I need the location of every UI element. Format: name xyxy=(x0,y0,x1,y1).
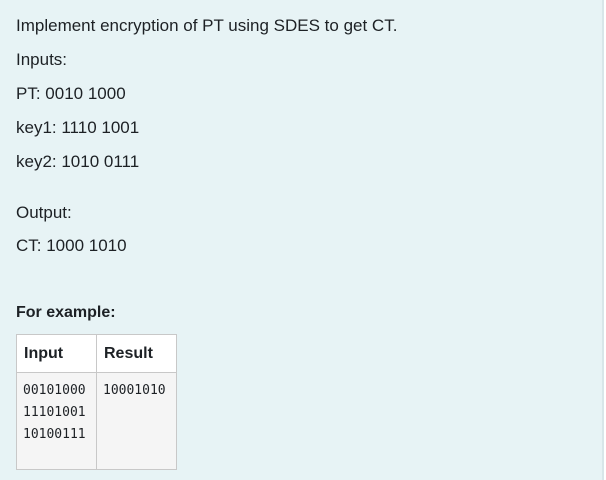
column-header-input: Input xyxy=(16,334,97,373)
input-line: 10100111 xyxy=(23,427,86,442)
examples-heading: For example: xyxy=(16,304,116,321)
key1-line: key1: 1110 1001 xyxy=(16,118,140,137)
plaintext-line: PT: 0010 1000 xyxy=(16,84,126,103)
examples-table: Input Result 00101000 11101001 10100111 … xyxy=(16,334,177,470)
column-header-result: Result xyxy=(96,334,177,373)
output-label: Output: xyxy=(16,203,72,222)
input-line: 00101000 xyxy=(23,383,86,398)
inputs-label: Inputs: xyxy=(16,50,68,69)
ciphertext-line: CT: 1000 1010 xyxy=(16,236,127,255)
result-line: 10001010 xyxy=(103,383,166,398)
example-input-cell: 00101000 11101001 10100111 xyxy=(16,372,97,470)
question-intro: Implement encryption of PT using SDES to… xyxy=(16,16,398,35)
examples-header-row: Input Result xyxy=(16,334,177,373)
question-text-panel: Implement encryption of PT using SDES to… xyxy=(0,0,604,480)
table-row: 00101000 11101001 10100111 10001010 xyxy=(16,372,177,470)
example-result-cell: 10001010 xyxy=(96,372,177,470)
key2-line: key2: 1010 0111 xyxy=(16,152,140,171)
input-line: 11101001 xyxy=(23,405,86,420)
